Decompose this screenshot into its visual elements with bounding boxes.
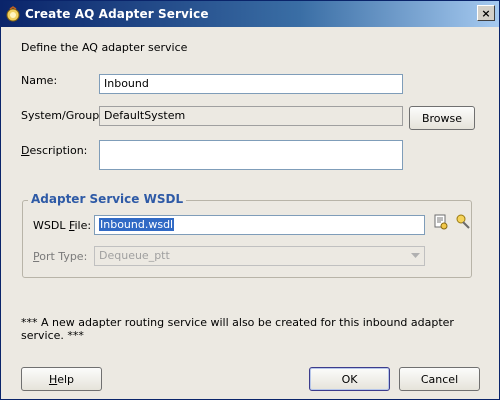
- description-label-rest: escription:: [29, 144, 88, 157]
- wsdl-file-value: Inbound.wsdl: [99, 218, 175, 231]
- browse-button[interactable]: Browse: [409, 106, 475, 130]
- system-group-label: System/Group:: [21, 109, 103, 122]
- port-type-label: Port Type:: [33, 250, 87, 263]
- port-type-value: Dequeue_ptt: [99, 249, 170, 262]
- port-type-label-rest: ort Type:: [39, 250, 88, 263]
- cancel-button[interactable]: Cancel: [399, 367, 480, 391]
- wsdl-file-input[interactable]: Inbound.wsdl: [94, 215, 425, 235]
- help-mnemonic: H: [48, 372, 58, 386]
- name-label: Name:: [21, 74, 58, 87]
- chevron-down-icon: [408, 249, 422, 263]
- description-input[interactable]: [99, 140, 403, 170]
- create-aq-adapter-service-dialog: Create AQ Adapter Service × Define the A…: [0, 0, 500, 400]
- wsdl-file-label: WSDL File:: [33, 219, 91, 232]
- title-bar[interactable]: Create AQ Adapter Service ×: [1, 1, 499, 27]
- wsdl-edit-icon[interactable]: [454, 212, 472, 230]
- window-title: Create AQ Adapter Service: [25, 7, 209, 21]
- routing-service-notice: *** A new adapter routing service will a…: [21, 316, 454, 342]
- adapter-service-wsdl-group: [22, 200, 472, 278]
- wsdl-file-label-prefix: WSDL: [33, 219, 69, 232]
- name-input[interactable]: Inbound: [99, 74, 403, 94]
- description-label: Description:: [21, 144, 87, 157]
- adapter-service-wsdl-title: Adapter Service WSDL: [28, 192, 187, 206]
- wsdl-file-label-rest: ile:: [74, 219, 92, 232]
- application-icon: [5, 6, 21, 22]
- intro-text: Define the AQ adapter service: [21, 41, 188, 54]
- help-button[interactable]: Help: [21, 367, 102, 391]
- system-group-field: DefaultSystem: [99, 106, 403, 126]
- close-icon: ×: [481, 6, 491, 20]
- port-type-select[interactable]: Dequeue_ptt: [94, 246, 425, 266]
- ok-button[interactable]: OK: [309, 367, 390, 391]
- help-label-rest: elp: [57, 372, 75, 386]
- close-button[interactable]: ×: [477, 5, 495, 21]
- wsdl-browse-icon[interactable]: [432, 213, 450, 231]
